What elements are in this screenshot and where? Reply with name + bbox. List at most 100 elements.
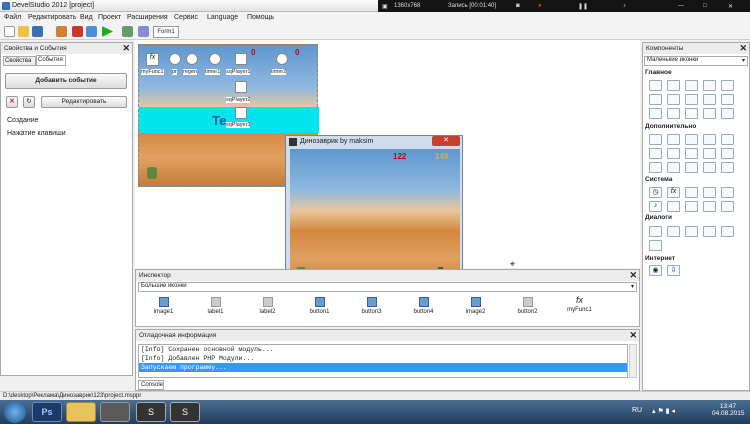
section-dialogs[interactable]: Диалоги [645, 214, 672, 221]
component-icon[interactable] [649, 162, 662, 173]
component-icon[interactable] [703, 80, 716, 91]
component-icon[interactable] [685, 201, 698, 212]
speaker-icon[interactable] [235, 53, 247, 65]
pause-icon[interactable]: ❚❚ [578, 3, 588, 10]
language-indicator[interactable]: RU [632, 407, 642, 414]
component-icon[interactable] [703, 201, 716, 212]
component-icon[interactable] [721, 148, 734, 159]
font-icon[interactable] [685, 226, 698, 237]
app-taskbar-icon[interactable] [100, 402, 130, 422]
component-icon[interactable] [721, 108, 734, 119]
inspector-item[interactable]: button1 [302, 297, 337, 315]
section-system[interactable]: Система [645, 176, 672, 183]
minimize-icon[interactable]: — [678, 3, 684, 9]
color-icon[interactable] [721, 226, 734, 237]
menu-language[interactable]: Language [207, 14, 238, 21]
stop-icon[interactable] [72, 26, 83, 37]
component-icon[interactable] [685, 80, 698, 91]
menu-extensions[interactable]: Расширения [127, 14, 168, 21]
section-main[interactable]: Главное [645, 69, 672, 76]
record-icon[interactable]: ● [538, 3, 542, 9]
debug-icon[interactable] [86, 26, 97, 37]
mic-icon[interactable]: ♪ [623, 3, 626, 9]
component-icon[interactable] [721, 201, 734, 212]
console-output[interactable]: [Info] Сохранен основной модуль... [Info… [138, 344, 628, 378]
menu-help[interactable]: Помощь [247, 14, 274, 21]
delete-event-button[interactable]: ✕ [6, 96, 18, 108]
component-icon[interactable] [685, 148, 698, 159]
scrollbar[interactable] [629, 344, 637, 378]
component-icon[interactable] [649, 240, 662, 251]
explorer-icon[interactable] [66, 402, 96, 422]
inspector-item[interactable]: fx myFunc1 [562, 295, 597, 313]
maximize-icon[interactable]: □ [703, 3, 707, 9]
start-button[interactable] [4, 401, 26, 423]
form-icon[interactable] [122, 26, 133, 37]
menu-edit[interactable]: Редактировать [28, 14, 76, 21]
component-icon[interactable] [667, 80, 680, 91]
function-icon[interactable]: fx [146, 53, 159, 66]
edit-event-button[interactable]: Редактировать [41, 96, 127, 108]
save-icon[interactable] [32, 26, 43, 37]
develstudio-taskbar-icon[interactable]: S [136, 402, 166, 422]
component-icon[interactable] [721, 162, 734, 173]
menu-service[interactable]: Сервис [174, 14, 198, 21]
menu-file[interactable]: Файл [4, 14, 21, 21]
close-icon[interactable]: ✕ [629, 270, 637, 280]
add-event-button[interactable]: Добавить событие [5, 73, 127, 89]
dinosaur-sprite[interactable] [147, 167, 157, 179]
component-icon[interactable] [667, 108, 680, 119]
speaker-icon[interactable]: ♪ [649, 201, 662, 212]
function-icon[interactable]: fx [667, 187, 680, 198]
develstudio-taskbar-icon[interactable]: S [170, 402, 200, 422]
tray-icons[interactable]: ▴ ⚑ ▮ ◂ [652, 407, 675, 415]
speaker-icon[interactable] [235, 107, 247, 119]
component-icon[interactable] [685, 187, 698, 198]
inspector-item[interactable]: label2 [250, 297, 285, 315]
clock-icon[interactable]: ◷ [649, 187, 662, 198]
component-icon[interactable] [703, 187, 716, 198]
component-icon[interactable] [649, 80, 662, 91]
component-icon[interactable] [667, 148, 680, 159]
menu-view[interactable]: Вид [80, 14, 93, 21]
cyan-label[interactable] [139, 107, 319, 133]
timer-icon[interactable] [209, 53, 221, 65]
timer-icon[interactable] [186, 53, 198, 65]
component-icon[interactable] [703, 94, 716, 105]
game-close-button[interactable]: ✕ [432, 136, 460, 146]
tab-events[interactable]: События [36, 55, 66, 66]
timer-icon[interactable] [276, 53, 288, 65]
new-file-icon[interactable] [4, 26, 15, 37]
inspector-item[interactable]: button3 [354, 297, 389, 315]
tab-form1[interactable]: Form1 [153, 26, 179, 38]
clock[interactable]: 13:47 04.08.2015 [712, 403, 745, 417]
section-additional[interactable]: Дополнительно [645, 123, 696, 130]
inspector-item[interactable]: button4 [406, 297, 441, 315]
inspector-item[interactable]: label1 [198, 297, 233, 315]
inspector-item[interactable]: image2 [458, 297, 493, 315]
game-canvas[interactable]: 122 149 [290, 149, 460, 286]
camera-icon[interactable]: ◙ [516, 3, 520, 9]
close-icon[interactable]: ✕ [728, 3, 733, 10]
component-icon[interactable] [721, 187, 734, 198]
component-icon[interactable] [667, 162, 680, 173]
refresh-icon[interactable]: ↻ [23, 96, 35, 108]
component-icon[interactable] [685, 134, 698, 145]
components-view-select[interactable]: Маленькие иконки ▾ [644, 56, 748, 66]
folder-icon[interactable] [649, 226, 662, 237]
close-icon[interactable]: ✕ [739, 43, 747, 53]
component-icon[interactable] [667, 94, 680, 105]
component-icon[interactable] [685, 162, 698, 173]
close-icon[interactable]: ✕ [122, 43, 130, 53]
timer-icon[interactable] [169, 53, 181, 65]
tab-properties[interactable]: Свойства [3, 56, 36, 66]
event-item-keypress[interactable]: Нажатие клавиши [7, 130, 66, 137]
component-icon[interactable] [721, 80, 734, 91]
component-icon[interactable] [685, 108, 698, 119]
tab-console[interactable]: Console [138, 380, 164, 390]
component-icon[interactable] [703, 108, 716, 119]
component-icon[interactable] [685, 94, 698, 105]
image-icon[interactable] [703, 226, 716, 237]
close-icon[interactable]: ✕ [629, 330, 637, 340]
section-internet[interactable]: Интернет [645, 255, 675, 262]
